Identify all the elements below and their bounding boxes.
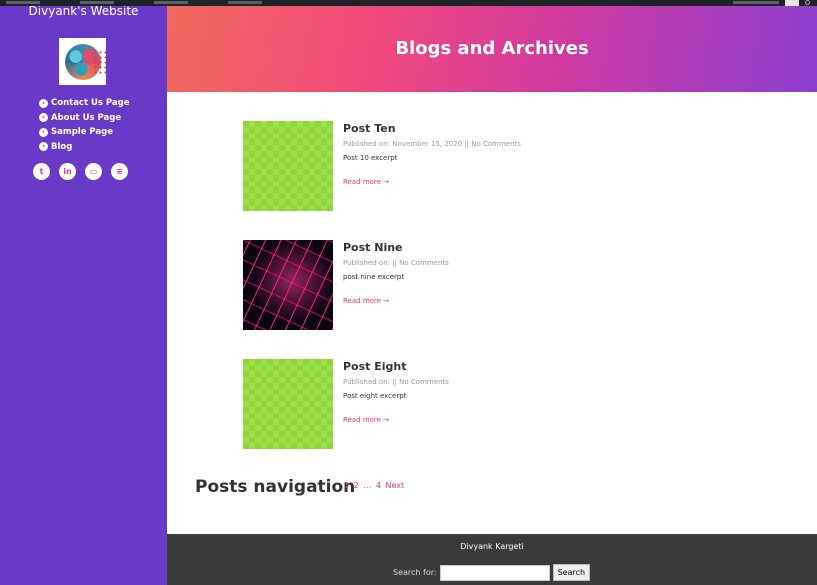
post-thumbnail[interactable] — [243, 240, 333, 330]
twitter-icon[interactable]: t — [33, 163, 50, 180]
post-excerpt: Post eight excerpt — [343, 392, 407, 400]
post-meta: Published on: || No Comments — [343, 259, 449, 267]
post-title[interactable]: Post Eight — [343, 360, 407, 373]
pagination: 1 2 … 4 Next — [344, 481, 406, 490]
stackoverflow-icon[interactable]: ≡ — [111, 163, 128, 180]
post-thumbnail[interactable] — [243, 359, 333, 449]
posts-navigation: Posts navigation 1 2 … 4 Next — [195, 477, 404, 497]
footer-search-form: Search for: Search — [393, 564, 591, 581]
pagination-page-4[interactable]: 4 — [376, 481, 381, 490]
post-meta: Published on: November 15, 2020 || No Co… — [343, 140, 521, 148]
search-label: Search for: — [393, 568, 437, 577]
admin-bar — [0, 0, 817, 6]
site-logo[interactable] — [59, 38, 107, 85]
globe-logo-icon — [64, 43, 107, 80]
admin-bar-right — [733, 0, 811, 6]
post-title[interactable]: Post Ten — [343, 122, 396, 135]
site-footer: Divyank Kargeti Search for: Search — [167, 534, 817, 585]
chevron-right-icon: › — [39, 142, 48, 152]
avatar[interactable] — [785, 0, 799, 6]
admin-bar-edit-link[interactable] — [228, 1, 262, 4]
posts-navigation-heading: Posts navigation — [195, 477, 356, 497]
chevron-right-icon: › — [39, 113, 48, 123]
pagination-ellipsis: … — [363, 481, 372, 490]
admin-bar-left — [6, 0, 262, 6]
sidebar-item-about-us[interactable]: › About Us Page — [39, 111, 130, 126]
read-more-link[interactable]: Read more → — [343, 178, 389, 186]
linkedin-icon[interactable]: in — [59, 163, 76, 180]
chevron-right-icon: › — [39, 98, 48, 108]
chevron-right-icon: › — [39, 127, 48, 137]
sidebar-item-contact-us[interactable]: › Contact Us Page — [39, 96, 130, 111]
site-title[interactable]: Divyank's Website — [0, 4, 167, 18]
read-more-link[interactable]: Read more → — [343, 297, 389, 305]
sidebar-nav: › Contact Us Page › About Us Page › Samp… — [39, 96, 130, 154]
sidebar-item-sample-page[interactable]: › Sample Page — [39, 125, 130, 140]
social-links: t in ▭ ≡ — [33, 163, 128, 180]
admin-bar-search-icon[interactable] — [805, 0, 811, 6]
sidebar-item-label: Blog — [51, 141, 73, 152]
footer-author-name: Divyank Kargeti — [460, 542, 524, 551]
read-more-link[interactable]: Read more → — [343, 416, 389, 424]
pagination-page-1: 1 — [344, 481, 350, 490]
search-input[interactable] — [439, 564, 550, 581]
post-excerpt: post nine excerpt — [343, 273, 405, 281]
page-title: Blogs and Archives — [395, 38, 589, 59]
admin-bar-site-link[interactable] — [6, 1, 40, 4]
print-icon[interactable]: ▭ — [85, 163, 102, 180]
sidebar-item-label: Sample Page — [51, 127, 114, 138]
pagination-page-2[interactable]: 2 — [354, 481, 359, 490]
post-excerpt: Post 10 excerpt — [343, 154, 398, 162]
sidebar-item-label: Contact Us Page — [51, 98, 130, 109]
page-header-banner: Blogs and Archives — [167, 6, 817, 92]
post-meta: Published on: || No Comments — [343, 378, 449, 386]
post-title[interactable]: Post Nine — [343, 241, 403, 254]
admin-bar-account[interactable] — [733, 1, 779, 4]
post-card: Post Ten Published on: November 15, 2020… — [243, 121, 743, 211]
sidebar-item-label: About Us Page — [51, 112, 122, 123]
post-card: Post Eight Published on: || No Comments … — [243, 359, 743, 449]
post-card: Post Nine Published on: || No Comments p… — [243, 240, 743, 330]
admin-bar-new-link[interactable] — [154, 1, 188, 4]
sidebar: Divyank's Website › Contact Us Page › Ab… — [0, 0, 167, 585]
sidebar-item-blog[interactable]: › Blog — [39, 140, 130, 155]
admin-bar-customize-link[interactable] — [80, 1, 114, 4]
post-thumbnail[interactable] — [243, 121, 333, 211]
search-button[interactable]: Search — [552, 564, 591, 581]
pagination-next-link[interactable]: Next — [385, 481, 404, 490]
